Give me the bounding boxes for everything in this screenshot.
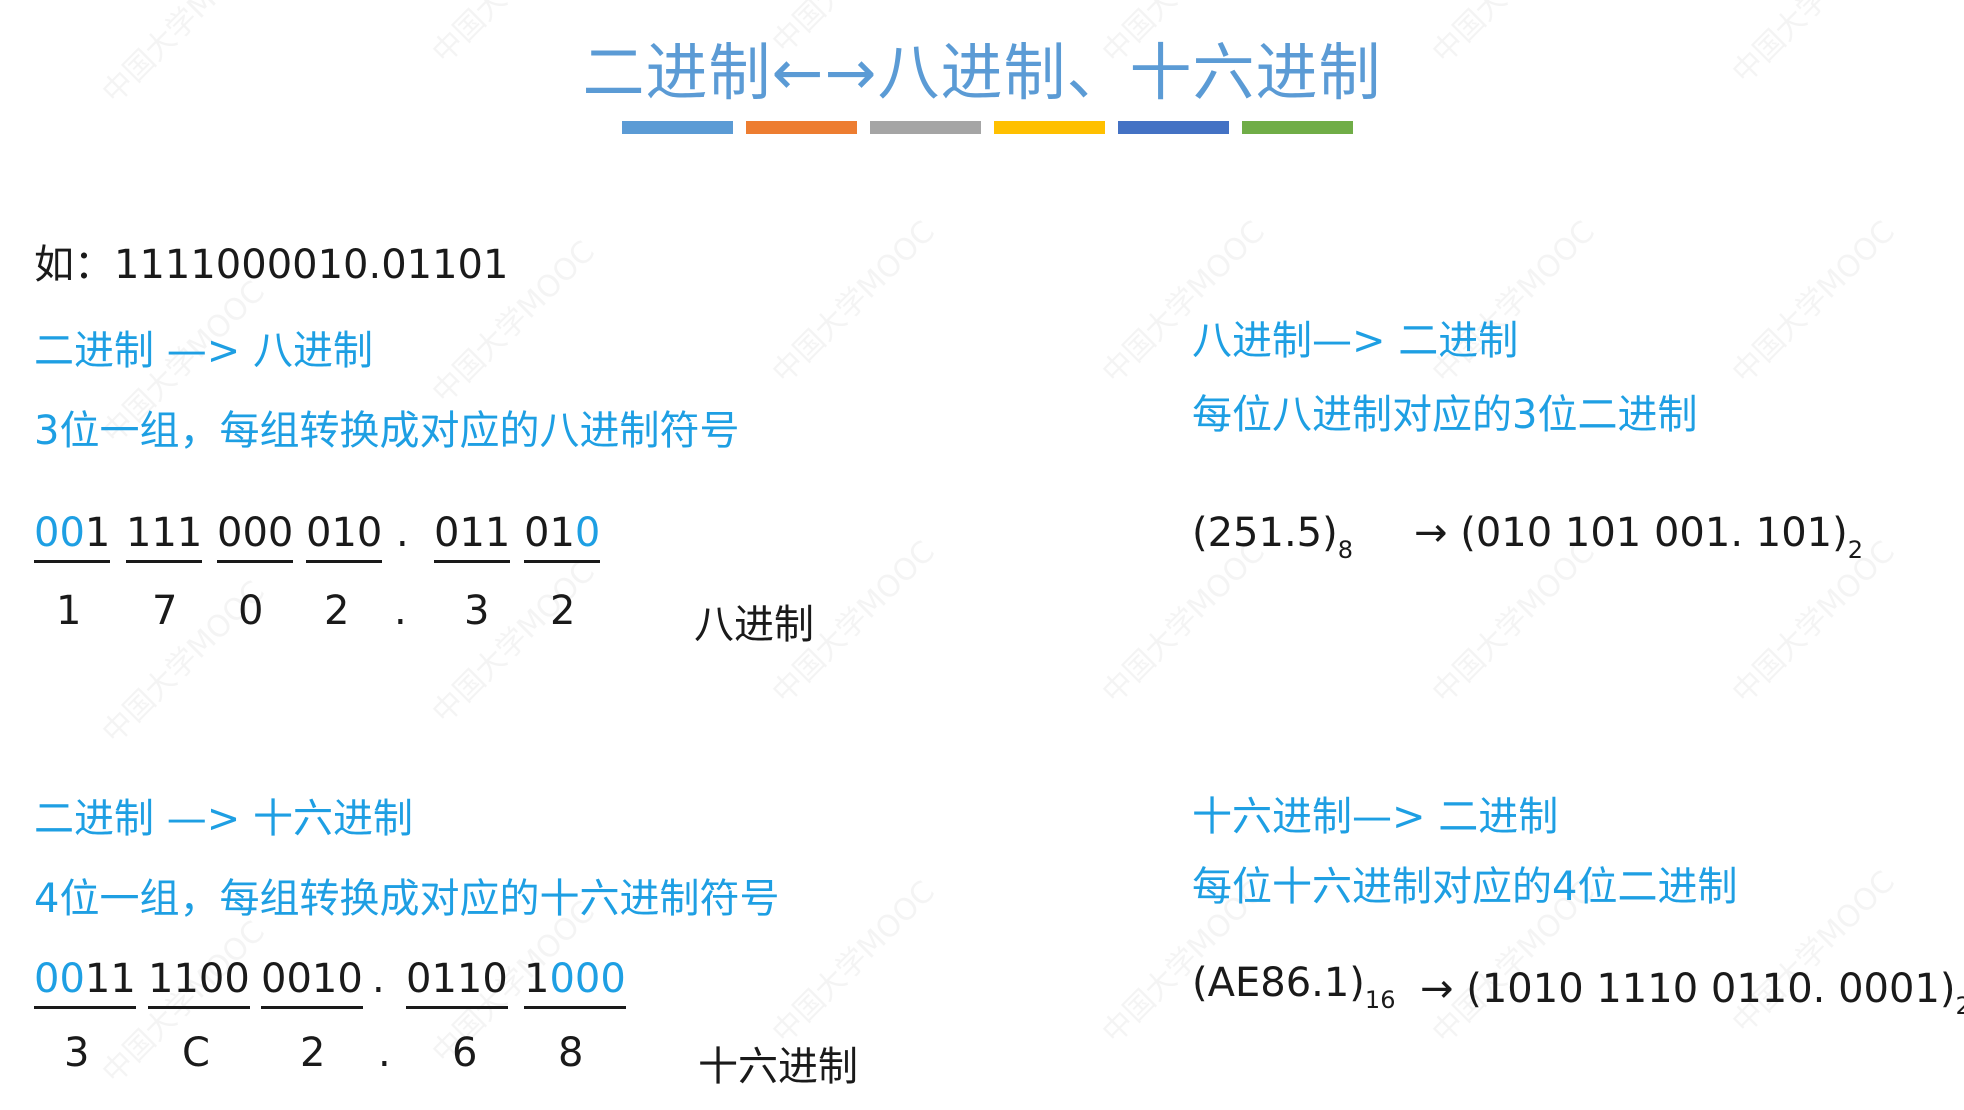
bin-to-oct-rule: 3位一组，每组转换成对应的八进制符号 [34,408,740,454]
hex-result-digit: 6 [452,1030,478,1076]
oct-to-bin-rhs: → (010 101 001. 101)2 [1414,510,1863,564]
bin-base-subscript: 2 [1955,992,1964,1020]
title-bar-segment [994,121,1105,134]
oct-result-label: 八进制 [694,602,814,648]
oct-base-subscript: 8 [1337,536,1354,564]
oct-group-3: 000 [217,510,294,563]
hex-result-digit: 8 [558,1030,584,1076]
title-bar-segment [870,121,981,134]
oct-to-bin-lhs: (251.5)8 [1192,510,1354,564]
title-bar-segment [622,121,733,134]
hex-result-digit: 2 [300,1030,326,1076]
hex-to-bin-rule: 每位十六进制对应的4位二进制 [1192,864,1738,910]
watermark: 中国大学MOOC [765,874,942,1051]
bin-to-hex-heading: 二进制 —> 十六进制 [34,796,413,842]
oct-result-digit: 0 [238,588,264,634]
hex-result-digit: 3 [64,1030,90,1076]
example-text: 如：1111000010.01101 [34,242,509,288]
oct-result-digit: 2 [324,588,350,634]
title-bar-segment [746,121,857,134]
hex-group-5: 1000 [524,956,626,1009]
hex-group-2: 1100 [148,956,250,1009]
title-bar-segment [1242,121,1353,134]
hex-group-3: 0010 [261,956,363,1009]
watermark: 中国大学MOOC [765,214,942,391]
hex-to-bin-heading: 十六进制—> 二进制 [1192,794,1559,840]
hex-result-digit: C [182,1030,210,1076]
oct-group-1-bits: 1 [84,510,111,556]
hex-result-digit: . [378,1030,391,1076]
hex-point: . [372,956,385,1002]
arrow-icon: → [1414,510,1448,556]
oct-group-1-padding: 00 [34,510,85,556]
bin-to-hex-rule: 4位一组，每组转换成对应的十六进制符号 [34,876,780,922]
oct-group-1: 001 [34,510,111,563]
hex-base-subscript: 16 [1364,986,1396,1014]
oct-result-digit: 2 [550,588,576,634]
title-bar-segment [1118,121,1229,134]
hex-group-4: 0110 [406,956,508,1009]
bin-to-oct-heading: 二进制 —> 八进制 [34,328,373,374]
bin-base-subscript: 2 [1847,536,1863,564]
oct-group-2: 111 [126,510,203,563]
oct-result-digit: 1 [56,588,82,634]
hex-group-5-padding: 000 [549,956,626,1002]
watermark: 中国大学MOOC [1725,214,1902,391]
oct-bit-groups: 001 111 000 010 . 011 010 [34,510,634,570]
oct-result-digit: 7 [152,588,178,634]
oct-group-6-padding: 0 [574,510,601,556]
oct-to-bin-heading: 八进制—> 二进制 [1192,318,1519,364]
hex-group-1-padding: 00 [34,956,85,1002]
hex-to-bin-lhs: (AE86.1)16 [1192,960,1396,1014]
hex-result-label: 十六进制 [698,1044,858,1090]
oct-point: . [396,510,409,556]
oct-result-digit: 3 [464,588,490,634]
oct-group-6: 010 [524,510,601,563]
hex-to-bin-rhs: → (1010 1110 0110. 0001)2 [1420,966,1964,1020]
oct-result-digit: . [394,588,407,634]
hex-group-1: 0011 [34,956,136,1009]
oct-group-5: 011 [434,510,511,563]
page-title: 二进制←→八进制、十六进制 [582,36,1382,109]
oct-to-bin-rule: 每位八进制对应的3位二进制 [1192,392,1698,438]
arrow-icon: → [1420,966,1454,1012]
watermark: 中国大学MOOC [425,554,602,731]
oct-group-4: 010 [306,510,383,563]
hex-bit-groups: 0011 1100 0010 . 0110 1000 [34,956,654,1016]
